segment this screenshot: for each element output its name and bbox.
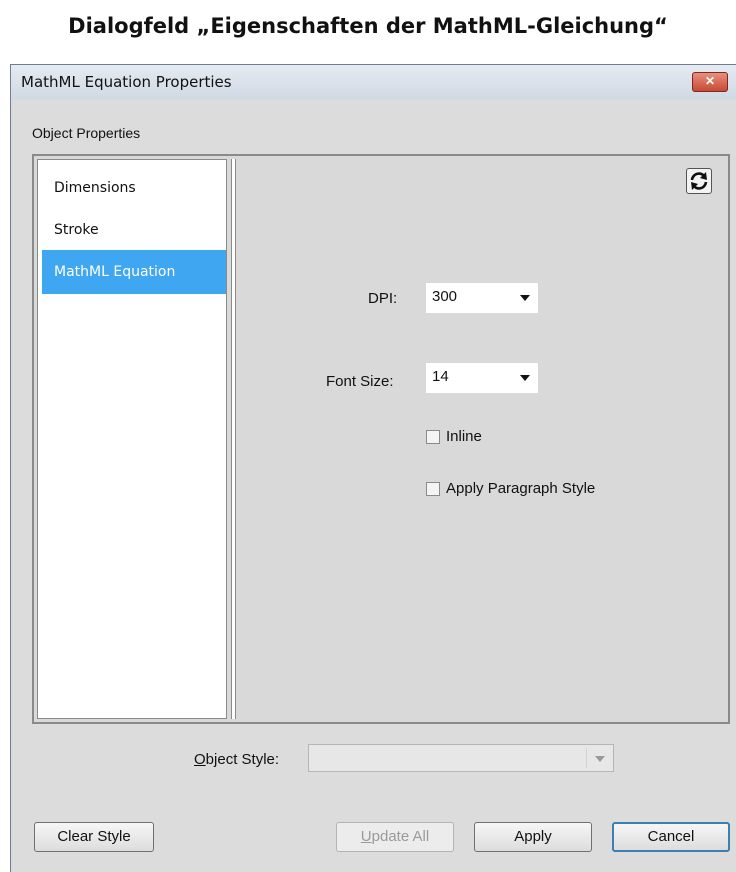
apply-paragraph-style-checkbox[interactable] [426,482,440,496]
refresh-icon[interactable] [686,168,712,194]
nav-item-dimensions[interactable]: Dimensions [42,166,226,210]
chevron-down-icon [595,756,605,762]
inline-label: Inline [446,428,482,445]
title-bar[interactable]: MathML Equation Properties ✕ [11,65,736,99]
nav-item-mathml-equation[interactable]: MathML Equation [42,250,226,294]
inline-checkbox[interactable] [426,430,440,444]
update-all-label: pdate All [371,828,430,845]
object-style-dropdown[interactable] [308,744,614,772]
window-title: MathML Equation Properties [21,73,232,91]
category-list: Dimensions Stroke MathML Equation [37,159,227,719]
object-style-label-text: bject Style: [205,751,280,768]
splitter[interactable] [231,159,236,719]
clear-style-button[interactable]: Clear Style [34,822,154,852]
dpi-value: 300 [432,288,458,305]
dpi-dropdown[interactable]: 300 [426,283,538,313]
page-caption: Dialogfeld „Eigenschaften der MathML-Gle… [68,14,668,38]
cancel-button[interactable]: Cancel [612,822,730,852]
object-style-label: Object Style: [194,751,279,768]
chevron-down-icon [520,295,530,301]
close-icon: ✕ [704,74,716,88]
group-label-object-properties: Object Properties [32,125,141,141]
dialog-client-area: Object Properties Dimensions Stroke Math… [12,100,736,872]
dpi-label: DPI: [368,290,398,307]
font-size-dropdown[interactable]: 14 [426,363,538,393]
dialog-window: MathML Equation Properties ✕ Object Prop… [10,64,736,872]
update-all-accelerator: U [360,828,372,845]
properties-panel: Dimensions Stroke MathML Equation DPI: 3… [32,154,730,724]
apply-button[interactable]: Apply [474,822,592,852]
close-button[interactable]: ✕ [692,72,728,92]
object-style-accelerator: O [194,751,206,768]
apply-paragraph-style-label: Apply Paragraph Style [446,480,596,497]
font-size-value: 14 [432,368,449,385]
update-all-button[interactable]: Update All [336,822,454,852]
chevron-down-icon [520,375,530,381]
font-size-label: Font Size: [326,373,394,390]
nav-item-stroke[interactable]: Stroke [42,208,226,252]
dropdown-separator [586,748,587,768]
